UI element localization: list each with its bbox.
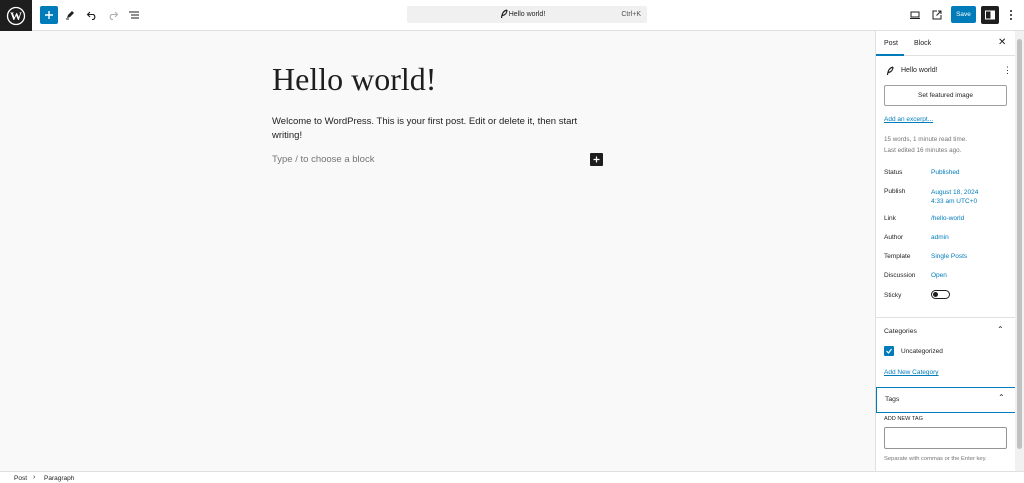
sidebar-scrollbar[interactable] [1015,31,1024,471]
categories-panel-title[interactable]: Categories [884,328,917,335]
sticky-label: Sticky [884,292,902,299]
block-placeholder[interactable]: Type / to choose a block [272,154,374,165]
word-count-text: 15 words, 1 minute read time. [884,136,967,143]
category-label[interactable]: Uncategorized [901,348,943,355]
editor-toolbar: W Hello world! Ctrl+K Save [0,0,1024,31]
link-label: Link [884,215,896,222]
close-icon[interactable]: ✕ [998,37,1006,48]
sticky-toggle[interactable] [931,290,950,299]
inline-add-block-button[interactable] [590,153,603,166]
add-new-tag-label: ADD NEW TAG [884,416,923,422]
view-post-external-icon[interactable] [928,6,946,24]
tag-help-text: Separate with commas or the Enter key. [884,456,987,462]
block-breadcrumb: Post › Paragraph [0,471,1024,483]
author-label: Author [884,234,904,241]
shortcut-hint: Ctrl+K [621,11,641,18]
publish-date: August 18, 2024 [931,189,979,196]
publish-value[interactable]: August 18, 2024 4:33 am UTC+0 [931,188,978,206]
active-tab-indicator [876,54,904,56]
publish-time: 4:33 am UTC+0 [931,198,978,205]
save-button[interactable]: Save [951,6,976,23]
sidebar-tabs: Post Block ✕ [876,31,1016,56]
settings-sidebar-toggle-icon[interactable] [981,6,999,24]
status-label: Status [884,169,903,176]
scrollbar-thumb[interactable] [1017,39,1022,449]
add-block-button[interactable] [40,6,58,24]
status-value[interactable]: Published [931,169,960,176]
divider [876,317,1016,318]
breadcrumb-paragraph[interactable]: Paragraph [44,475,74,482]
link-value[interactable]: /hello-world [931,215,964,222]
redo-icon[interactable] [104,6,122,24]
settings-sidebar: Post Block ✕ Hello world! ⋮ Set featured… [875,31,1016,471]
sidebar-post-title: Hello world! [901,67,938,74]
publish-label: Publish [884,188,906,195]
document-title: Hello world! [508,11,546,18]
toggle-knob [933,292,938,297]
tags-panel-header[interactable]: Tags ⌃ [876,387,1016,413]
template-label: Template [884,253,911,260]
document-overview-icon[interactable] [125,6,143,24]
last-edited-text: Last edited 16 minutes ago. [884,147,962,154]
undo-icon[interactable] [83,6,101,24]
post-title[interactable]: Hello world! [272,61,436,98]
template-value[interactable]: Single Posts [931,253,967,260]
discussion-value[interactable]: Open [931,272,947,279]
tools-pencil-icon[interactable] [61,6,79,24]
chevron-up-icon[interactable]: ⌃ [998,393,1005,402]
tab-post[interactable]: Post [884,40,898,47]
breadcrumb-post[interactable]: Post [14,475,27,482]
add-excerpt-link[interactable]: Add an excerpt... [884,116,933,123]
command-palette-bar[interactable]: Hello world! Ctrl+K [407,6,647,23]
options-more-icon[interactable] [1002,6,1020,24]
breadcrumb-separator-icon: › [33,473,36,481]
add-new-tag-input[interactable] [884,427,1007,449]
paragraph-block[interactable]: Welcome to WordPress. This is your first… [272,115,592,143]
post-feather-icon [886,66,894,76]
chevron-up-icon[interactable]: ⌃ [997,325,1004,334]
editor-canvas: Hello world! Welcome to WordPress. This … [0,31,875,471]
post-meta-info: 15 words, 1 minute read time. Last edite… [884,134,967,156]
svg-text:W: W [10,9,22,23]
preview-device-icon[interactable] [906,6,924,24]
wordpress-logo-icon[interactable]: W [0,0,32,31]
tab-block[interactable]: Block [914,40,931,47]
set-featured-image-button[interactable]: Set featured image [884,85,1007,106]
tags-panel-title: Tags [885,396,900,403]
category-checkbox[interactable] [884,346,894,356]
post-actions-more-icon[interactable]: ⋮ [1003,66,1012,75]
discussion-label: Discussion [884,272,916,279]
author-value[interactable]: admin [931,234,949,241]
add-new-category-link[interactable]: Add New Category [884,369,939,376]
